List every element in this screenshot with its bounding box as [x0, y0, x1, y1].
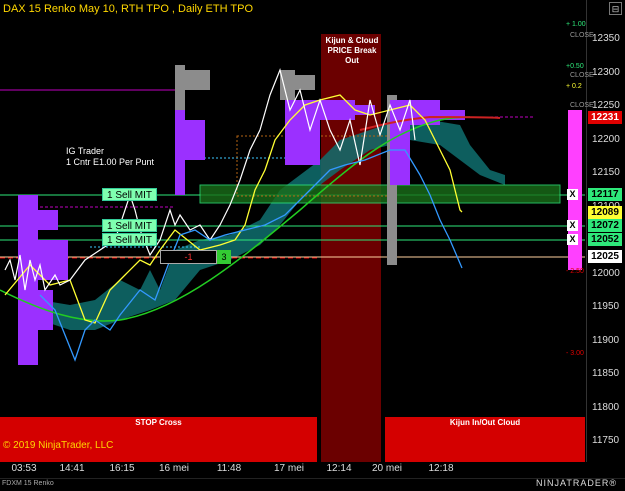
time-tick: 14:41	[59, 463, 85, 474]
price-tick: 12300	[592, 67, 620, 78]
kijun-break-label: Kijun & Cloud PRICE Break Out	[325, 36, 379, 65]
price-tick: 12250	[592, 100, 620, 111]
price-tick: 11750	[592, 435, 620, 446]
copyright: © 2019 NinjaTrader, LLC	[3, 440, 114, 451]
price-tag: 12052	[588, 233, 622, 246]
vwap-label: - 2.50	[566, 268, 584, 275]
kijun-break-band	[321, 34, 381, 462]
vwap-label: + 1.00	[566, 21, 586, 28]
price-tick: 11900	[592, 335, 620, 346]
vwap-label: CLOSE	[570, 102, 594, 109]
sell-mit-order-1[interactable]: 1 Sell MIT	[102, 188, 158, 201]
price-tag: 12072	[588, 219, 622, 232]
price-tag: 12089	[588, 206, 622, 219]
stop-cross-label: STOP Cross	[135, 418, 182, 427]
price-axis-divider	[586, 0, 587, 462]
chart-plot-area[interactable]	[0, 0, 586, 462]
vwap-label: +0.50	[566, 63, 584, 70]
cancel-order-icon[interactable]: X	[567, 220, 578, 231]
time-tick: 03:53	[11, 463, 37, 474]
kijun-inout-label: Kijun In/Out Cloud	[449, 418, 521, 427]
instrument-label: FDXM 15 Renko	[2, 480, 54, 487]
price-tag: 12025	[588, 250, 622, 263]
account-name: IG Trader	[66, 146, 105, 156]
time-tick: 12:14	[326, 463, 352, 474]
current-price-tag: 12231	[588, 111, 622, 124]
vwap-label: - 3.00	[566, 350, 584, 357]
cancel-order-icon[interactable]: X	[567, 234, 578, 245]
price-tick: 12200	[592, 134, 620, 145]
account-info: IG Trader 1 Cntr E1.00 Per Punt	[66, 146, 154, 168]
vwap-label: CLOSE	[570, 32, 594, 39]
status-bar	[0, 478, 625, 491]
time-tick: 17 mei	[273, 463, 305, 474]
price-tag: 12117	[588, 188, 622, 201]
cancel-order-icon[interactable]: X	[567, 189, 578, 200]
window-icon[interactable]: ⊟	[609, 2, 622, 15]
time-tick: 20 mei	[371, 463, 403, 474]
vwap-label: CLOSE	[570, 72, 594, 79]
vwap-label: + 0.2	[566, 83, 582, 90]
time-tick: 11:48	[216, 463, 242, 474]
time-tick: 12:18	[428, 463, 454, 474]
account-size: 1 Cntr E1.00 Per Punt	[66, 157, 155, 167]
ninjatrader-logo: NINJATRADER®	[536, 478, 617, 488]
time-tick: 16:15	[109, 463, 135, 474]
position-qty[interactable]: 3	[217, 250, 231, 264]
sell-mit-order-3[interactable]: 1 Sell MIT	[102, 233, 158, 246]
position-pnl[interactable]: -1	[160, 250, 217, 264]
price-tick: 11950	[592, 301, 620, 312]
price-tick: 11800	[592, 402, 620, 413]
price-tick: 12150	[592, 167, 620, 178]
price-tick: 11850	[592, 368, 620, 379]
price-tick: 12350	[592, 33, 620, 44]
sell-mit-order-2[interactable]: 1 Sell MIT	[102, 219, 158, 232]
chart-window: DAX 15 Renko May 10, RTH TPO , Daily ETH…	[0, 0, 625, 491]
price-tick: 12000	[592, 268, 620, 279]
tpo-profile-purple-1	[175, 110, 205, 195]
time-tick: 16 mei	[158, 463, 190, 474]
